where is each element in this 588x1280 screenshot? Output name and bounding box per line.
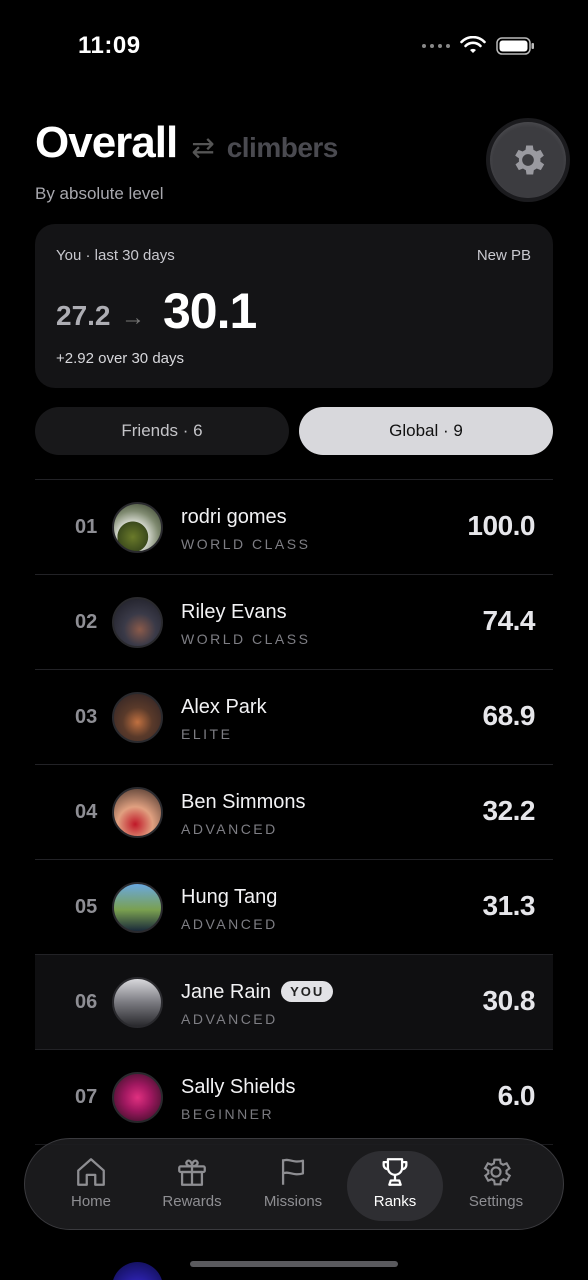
player-name: Sally Shields <box>181 1076 296 1098</box>
wifi-icon <box>460 36 486 53</box>
rank-number: 06 <box>75 991 98 1013</box>
gift-icon <box>178 1159 206 1186</box>
rank-number: 02 <box>75 611 98 633</box>
rank-number: 04 <box>75 801 98 823</box>
settings-button[interactable] <box>490 122 566 198</box>
player-name: Hung Tang <box>181 886 278 908</box>
player-score: 6.0 <box>497 1080 536 1111</box>
progress-card: You · last 30 days New PB 27.2 → 30.1 +2… <box>35 224 553 388</box>
status-bar: 11:09 <box>0 0 588 90</box>
status-time: 11:09 <box>78 32 141 59</box>
player-tier: ELITE <box>181 726 233 742</box>
cellular-signal-icon <box>422 44 450 48</box>
arrow-right-icon: → <box>121 304 145 331</box>
avatar <box>112 597 163 648</box>
rank-number: 05 <box>75 896 98 918</box>
segment-global[interactable]: Global · 9 <box>299 407 553 455</box>
home-indicator[interactable] <box>190 1261 398 1267</box>
player-score: 100.0 <box>467 510 535 541</box>
player-score: 31.3 <box>482 890 536 921</box>
tab-bar: Home Rewards Missions Ranks Settings <box>24 1138 564 1230</box>
tab-rewards[interactable]: Rewards <box>144 1151 240 1221</box>
tab-ranks[interactable]: Ranks <box>347 1151 443 1221</box>
avatar <box>112 882 163 933</box>
tab-label: Ranks <box>373 1193 417 1210</box>
leaderboard-row-you[interactable]: 06 Jane Rain YOU ADVANCED 30.8 <box>35 954 553 1049</box>
battery-icon <box>496 37 534 55</box>
player-score: 74.4 <box>482 605 536 636</box>
leaderboard-row[interactable]: 01 rodri gomes WORLD CLASS 100.0 <box>35 479 553 574</box>
trophy-icon <box>382 1158 408 1186</box>
player-score: 30.8 <box>482 985 536 1016</box>
player-name: Riley Evans <box>181 601 287 623</box>
flag-icon <box>281 1158 305 1185</box>
you-badge: YOU <box>281 981 334 1002</box>
tab-missions[interactable]: Missions <box>245 1151 341 1221</box>
avatar <box>112 977 163 1028</box>
player-tier: ADVANCED <box>181 1011 278 1027</box>
avatar <box>112 502 163 553</box>
leaderboard-row[interactable]: 07 Sally Shields BEGINNER 6.0 <box>35 1049 553 1144</box>
leaderboard-row[interactable]: 04 Ben Simmons ADVANCED 32.2 <box>35 764 553 859</box>
leaderboard-row[interactable]: 05 Hung Tang ADVANCED 31.3 <box>35 859 553 954</box>
status-icons <box>422 36 536 56</box>
previous-level: 27.2 <box>56 300 111 331</box>
player-name: Alex Park <box>181 696 267 718</box>
tab-label: Settings <box>468 1193 524 1210</box>
tab-label: Home <box>70 1193 111 1210</box>
page-subtitle: By absolute level <box>35 184 164 203</box>
player-tier: ADVANCED <box>181 821 278 837</box>
alt-title-toggle[interactable]: climbers <box>227 132 339 164</box>
rank-number: 01 <box>75 516 98 538</box>
player-score: 68.9 <box>482 700 536 731</box>
tab-label: Missions <box>263 1193 323 1210</box>
level-delta: +2.92 over 30 days <box>56 350 185 367</box>
page-title: Overall <box>35 118 178 167</box>
rank-number: 03 <box>75 706 98 728</box>
player-tier: BEGINNER <box>181 1106 275 1122</box>
tab-home[interactable]: Home <box>43 1151 139 1221</box>
leaderboard-row[interactable]: 03 Alex Park ELITE 68.9 <box>35 669 553 764</box>
header-title-row: Overall ⇄ climbers <box>35 118 338 168</box>
gear-icon <box>515 145 545 175</box>
player-name: Jane Rain YOU <box>181 981 334 1004</box>
leaderboard-row[interactable]: 02 Riley Evans WORLD CLASS 74.4 <box>35 574 553 669</box>
home-icon <box>77 1158 105 1186</box>
gear-icon <box>483 1158 512 1186</box>
avatar <box>112 1072 163 1123</box>
tab-settings[interactable]: Settings <box>448 1151 544 1221</box>
player-name: rodri gomes <box>181 506 287 528</box>
leaderboard-list: 01 rodri gomes WORLD CLASS 100.0 02 Rile… <box>35 479 553 1239</box>
rank-number: 07 <box>75 1086 98 1108</box>
card-label: You · last 30 days <box>56 247 175 264</box>
swap-arrows-icon[interactable]: ⇄ <box>191 131 214 164</box>
tab-label: Rewards <box>162 1193 222 1210</box>
avatar <box>112 1262 163 1280</box>
player-tier: WORLD CLASS <box>181 536 311 552</box>
avatar <box>112 787 163 838</box>
player-tier: ADVANCED <box>181 916 278 932</box>
new-pb-badge: New PB <box>476 247 531 264</box>
current-level: 30.1 <box>163 283 257 339</box>
player-tier: WORLD CLASS <box>181 631 311 647</box>
segment-friends[interactable]: Friends · 6 <box>35 407 289 455</box>
avatar <box>112 692 163 743</box>
player-name: Ben Simmons <box>181 791 306 813</box>
player-score: 32.2 <box>482 795 536 826</box>
